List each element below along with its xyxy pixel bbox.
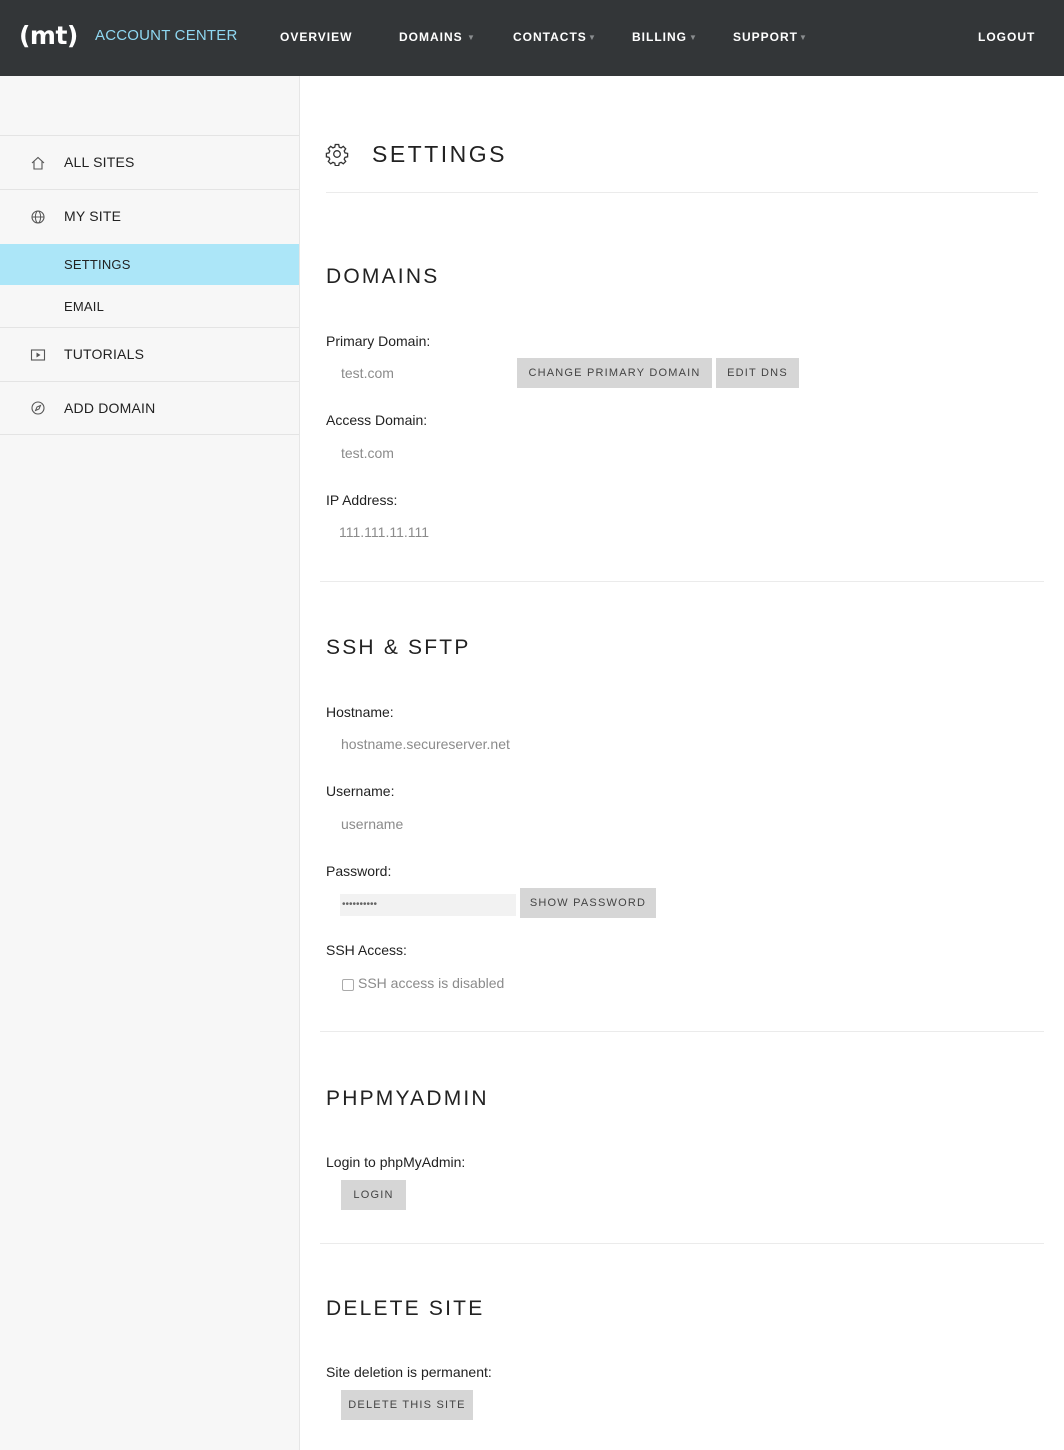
sidebar-item-my-site[interactable]: MY SITE	[0, 190, 299, 243]
username-label: Username:	[326, 783, 395, 799]
hostname-value: hostname.secureserver.net	[341, 736, 510, 752]
divider	[320, 1031, 1044, 1032]
hostname-label: Hostname:	[326, 704, 394, 720]
primary-domain-label: Primary Domain:	[326, 333, 431, 349]
show-password-button[interactable]: SHOW PASSWORD	[520, 888, 656, 918]
chevron-down-icon: ▼	[689, 33, 697, 42]
password-label: Password:	[326, 863, 392, 879]
sidebar-item-label: TUTORIALS	[64, 346, 145, 362]
chevron-down-icon: ▼	[588, 33, 596, 42]
home-icon	[31, 156, 45, 170]
sidebar-item-add-domain[interactable]: ADD DOMAIN	[0, 382, 299, 435]
nav-domains[interactable]: DOMAINS	[399, 30, 463, 44]
section-title: SSH & SFTP	[326, 636, 471, 659]
ssh-access-checkbox[interactable]	[342, 979, 354, 991]
nav-contacts[interactable]: CONTACTS	[513, 30, 587, 44]
ssh-access-status: SSH access is disabled	[358, 975, 505, 991]
divider	[0, 434, 299, 435]
ssh-access-label: SSH Access:	[326, 942, 407, 958]
sidebar-item-all-sites[interactable]: ALL SITES	[0, 136, 299, 189]
sidebar-item-email[interactable]: EMAIL	[0, 285, 299, 327]
account-center-title[interactable]: ACCOUNT CENTER	[95, 27, 238, 44]
nav-support[interactable]: SUPPORT	[733, 30, 798, 44]
username-value: username	[341, 816, 404, 832]
nav-billing[interactable]: BILLING	[632, 30, 687, 44]
divider	[320, 581, 1044, 582]
sidebar-item-label: EMAIL	[64, 299, 105, 314]
top-navigation-bar: (mt) ACCOUNT CENTER OVERVIEW DOMAINS ▼ C…	[0, 0, 1064, 76]
sidebar-item-label: MY SITE	[64, 208, 122, 224]
logout-link[interactable]: LOGOUT	[978, 30, 1035, 44]
sidebar-item-label: ALL SITES	[64, 154, 135, 170]
section-title: DELETE SITE	[326, 1297, 485, 1320]
globe-icon	[31, 210, 45, 224]
section-title: PHPMYADMIN	[326, 1087, 489, 1110]
divider	[320, 1243, 1044, 1244]
primary-domain-value: test.com	[341, 365, 394, 381]
access-domain-label: Access Domain:	[326, 412, 428, 428]
delete-warning-label: Site deletion is permanent:	[326, 1364, 492, 1380]
divider	[326, 192, 1038, 193]
access-domain-value: test.com	[341, 445, 394, 461]
delete-site-button[interactable]: DELETE THIS SITE	[341, 1390, 473, 1420]
section-title: DOMAINS	[326, 265, 440, 288]
sidebar-item-tutorials[interactable]: TUTORIALS	[0, 328, 299, 381]
nav-overview[interactable]: OVERVIEW	[280, 30, 352, 44]
gear-icon	[325, 143, 349, 166]
chevron-down-icon: ▼	[467, 33, 475, 42]
phpmyadmin-login-button[interactable]: LOGIN	[341, 1180, 406, 1210]
ip-address-label: IP Address:	[326, 492, 398, 508]
page-title: SETTINGS	[372, 141, 508, 167]
edit-dns-button[interactable]: EDIT DNS	[716, 358, 799, 388]
change-primary-domain-button[interactable]: CHANGE PRIMARY DOMAIN	[517, 358, 712, 388]
chevron-down-icon: ▼	[799, 33, 807, 42]
play-icon	[30, 349, 46, 361]
phpmyadmin-login-label: Login to phpMyAdmin:	[326, 1154, 466, 1170]
ip-address-value: 111.111.11.111	[339, 524, 430, 540]
sidebar-item-label: ADD DOMAIN	[64, 400, 156, 416]
sidebar-item-settings[interactable]: SETTINGS	[0, 244, 299, 285]
compass-icon	[31, 401, 45, 415]
password-field[interactable]: ••••••••••	[340, 894, 516, 916]
sidebar-item-label: SETTINGS	[64, 257, 131, 272]
mt-logo[interactable]: (mt)	[19, 21, 78, 50]
sidebar: ALL SITES MY SITE SETTINGS EMAIL TUTORIA…	[0, 76, 300, 1450]
